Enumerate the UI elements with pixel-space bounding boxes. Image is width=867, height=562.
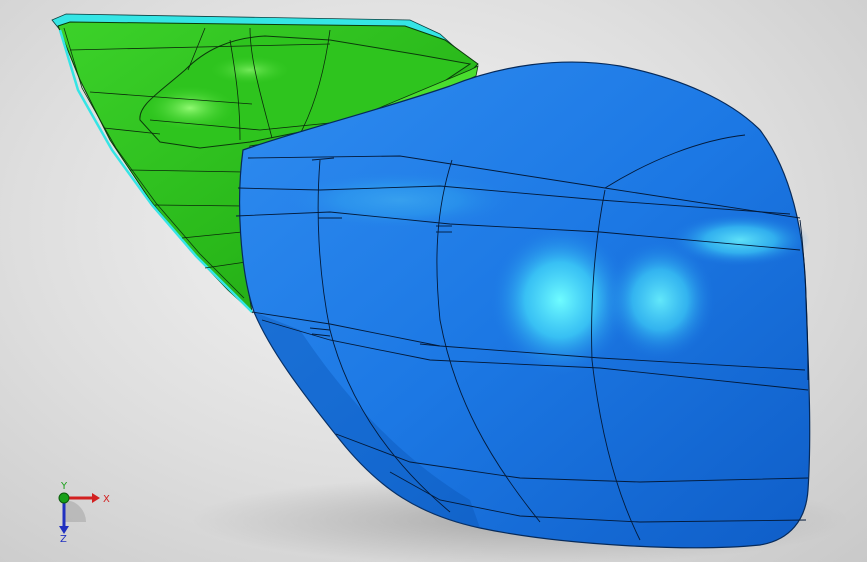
blue-shell-part[interactable] bbox=[235, 61, 811, 549]
y-axis-dot bbox=[58, 492, 70, 504]
coordinate-triad: X Y Z bbox=[58, 481, 110, 542]
cad-model[interactable] bbox=[0, 0, 867, 562]
graphics-viewport[interactable]: X Y Z bbox=[0, 0, 867, 562]
z-axis-label: Z bbox=[60, 534, 67, 542]
triad-shadow bbox=[64, 500, 86, 522]
y-axis-label: Y bbox=[60, 481, 68, 492]
x-axis-label: X bbox=[103, 494, 110, 505]
